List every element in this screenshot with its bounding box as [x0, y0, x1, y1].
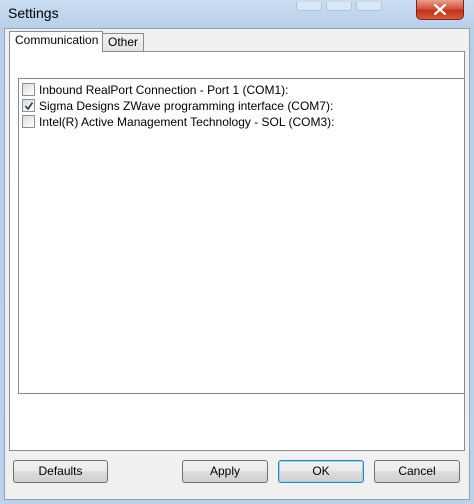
com-port-list[interactable]: Inbound RealPort Connection - Port 1 (CO…: [18, 78, 465, 394]
close-button[interactable]: [416, 0, 464, 20]
cancel-button[interactable]: Cancel: [374, 460, 460, 483]
com1-checkbox[interactable]: [22, 83, 35, 96]
tab-communication[interactable]: Communication: [9, 31, 103, 52]
com7-label: Sigma Designs ZWave programming interfac…: [39, 99, 334, 113]
restore-ghost: [356, 2, 382, 11]
list-item-com7[interactable]: Sigma Designs ZWave programming interfac…: [22, 98, 452, 114]
list-item-com3[interactable]: Intel(R) Active Management Technology - …: [22, 114, 452, 130]
settings-window: Settings Communication Other Inbound Rea…: [0, 0, 474, 504]
apply-button[interactable]: Apply: [182, 460, 268, 483]
com3-checkbox[interactable]: [22, 115, 35, 128]
ok-button[interactable]: OK: [278, 460, 364, 483]
com3-label: Intel(R) Active Management Technology - …: [39, 115, 335, 129]
com1-label: Inbound RealPort Connection - Port 1 (CO…: [39, 83, 289, 97]
window-controls-ghost: [296, 0, 416, 11]
close-icon: [434, 4, 446, 15]
dialog-body: Communication Other Inbound RealPort Con…: [4, 28, 470, 500]
maximize-ghost: [326, 2, 352, 11]
communication-panel: Inbound RealPort Connection - Port 1 (CO…: [9, 51, 465, 451]
title-bar[interactable]: Settings: [0, 0, 474, 28]
com7-checkbox[interactable]: [22, 99, 35, 112]
defaults-button[interactable]: Defaults: [13, 460, 108, 483]
window-title: Settings: [8, 5, 59, 21]
list-item-com1[interactable]: Inbound RealPort Connection - Port 1 (CO…: [22, 82, 452, 98]
tab-other[interactable]: Other: [102, 33, 144, 52]
checkmark-icon: [24, 102, 34, 111]
minimize-ghost: [296, 2, 322, 11]
